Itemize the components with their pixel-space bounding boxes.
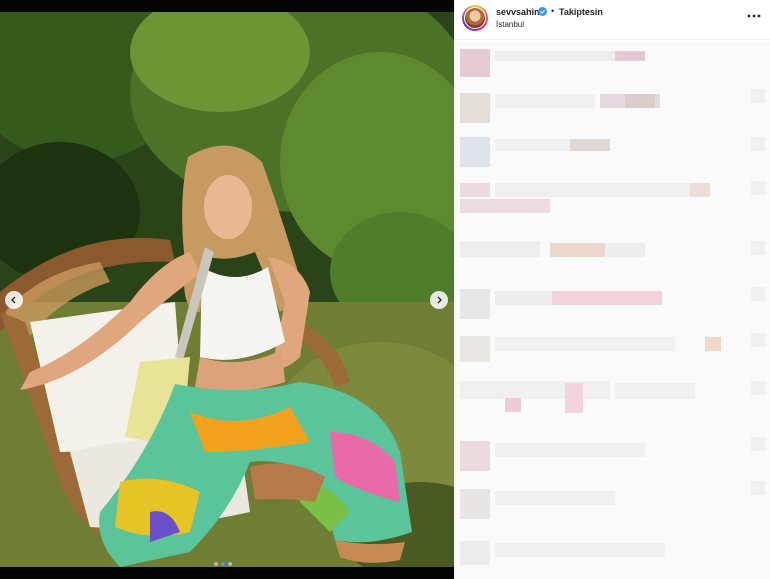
media-bottom-letterbox	[0, 567, 454, 579]
post-header: sevvsahin • Takiptesin İstanbul	[455, 0, 770, 40]
comments-area-redacted	[455, 41, 770, 579]
chevron-right-icon	[437, 296, 442, 304]
carousel-prev-button[interactable]	[5, 291, 23, 309]
photo-illustration	[0, 12, 454, 567]
more-options-icon[interactable]	[747, 12, 761, 20]
avatar-ring	[464, 7, 486, 29]
verified-badge-icon	[538, 7, 547, 16]
avatar[interactable]	[462, 5, 488, 31]
chevron-left-icon	[11, 296, 16, 304]
post-media[interactable]	[0, 0, 454, 579]
media-top-letterbox	[0, 0, 454, 12]
carousel-dot	[228, 562, 232, 566]
carousel-indicator	[214, 562, 232, 566]
following-button[interactable]: Takiptesin	[559, 7, 603, 17]
carousel-next-button[interactable]	[430, 291, 448, 309]
avatar-image	[465, 8, 485, 28]
header-separator: •	[551, 6, 555, 16]
post-photo[interactable]	[0, 12, 454, 567]
pixelated-comments	[460, 49, 765, 565]
post-side-panel: sevvsahin • Takiptesin İstanbul	[454, 0, 770, 579]
carousel-dot	[214, 562, 218, 566]
username-link[interactable]: sevvsahin	[496, 7, 540, 17]
carousel-dot-active	[221, 562, 225, 566]
location-link[interactable]: İstanbul	[496, 20, 524, 29]
